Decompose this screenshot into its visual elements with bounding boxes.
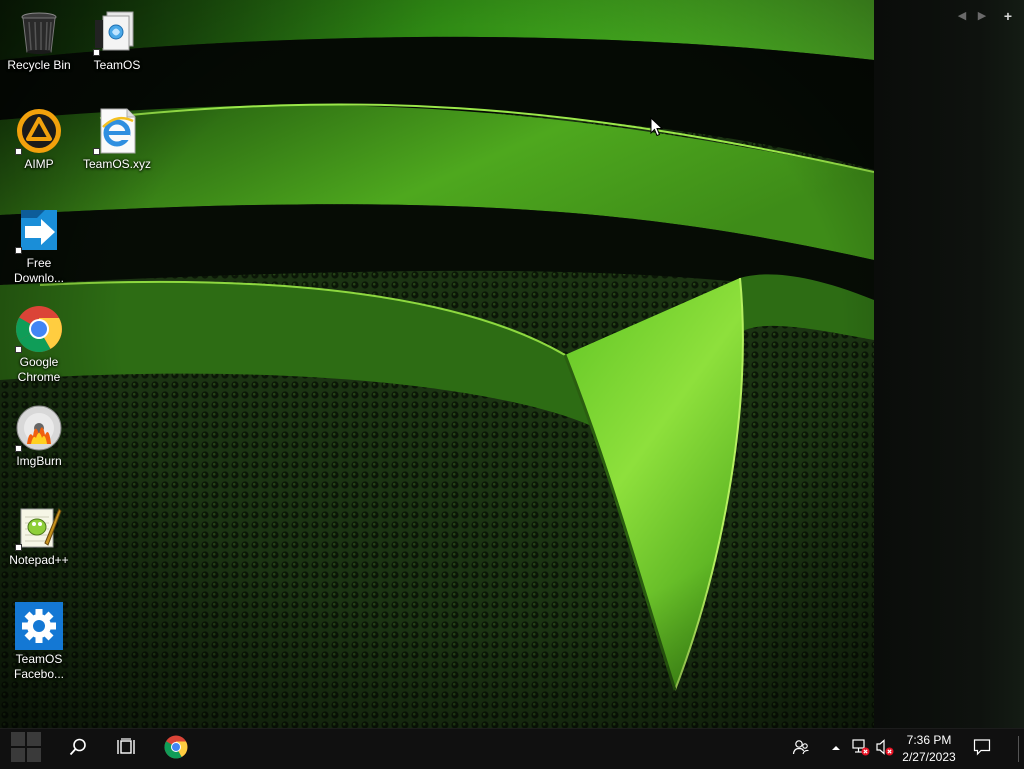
desktop-icon-label: TeamOS Facebo... (13, 652, 65, 681)
free-download-manager-icon (15, 206, 63, 254)
desktop-icon-teamos-facebook[interactable]: TeamOS Facebo... (1, 602, 77, 682)
task-view-icon (116, 737, 136, 762)
chrome-icon (15, 305, 63, 353)
shortcut-arrow-icon (15, 247, 22, 254)
desktop-icon-teamos-xyz[interactable]: TeamOS.xyz (79, 107, 155, 172)
action-center-button[interactable] (966, 729, 998, 769)
notepad-plus-plus-icon (15, 503, 63, 551)
shortcut-arrow-icon (15, 148, 22, 155)
shortcut-arrow-icon (93, 148, 100, 155)
desktop-icon-label: TeamOS.xyz (82, 157, 151, 171)
volume-muted-icon (876, 738, 894, 761)
clock-date: 2/27/2023 (902, 750, 956, 764)
shortcut-arrow-icon (93, 49, 100, 56)
desktop-icon-label: Google Chrome (17, 355, 61, 384)
teamos-document-icon (93, 8, 141, 56)
internet-explorer-icon (93, 107, 141, 155)
aimp-icon (15, 107, 63, 155)
desktop-icon-teamos[interactable]: TeamOS (79, 8, 155, 73)
search-icon (68, 737, 88, 762)
desktop-icon-label: AIMP (24, 157, 54, 171)
taskbar: 7:36 PM 2/27/2023 (0, 728, 1024, 769)
panel-prev-button[interactable]: ◀ (954, 8, 970, 24)
desktop-icon-google-chrome[interactable]: Google Chrome (1, 305, 77, 385)
shortcut-arrow-icon (15, 346, 22, 353)
network-button[interactable] (849, 729, 873, 769)
clock-time: 7:36 PM (906, 733, 952, 747)
desktop-icon-label: Free Downlo... (13, 256, 65, 285)
imgburn-icon (15, 404, 63, 452)
desktop-icon-label: ImgBurn (16, 454, 62, 468)
network-disconnected-icon (852, 738, 870, 761)
desktop-icon-notepad-plus-plus[interactable]: Notepad++ (1, 503, 77, 568)
desktop-icon-imgburn[interactable]: ImgBurn (1, 404, 77, 469)
side-panel: ◀ ▶ + (874, 0, 1024, 728)
recycle-bin-icon (15, 8, 63, 56)
desktop-icon-aimp[interactable]: AIMP (1, 107, 77, 172)
desktop-icon-label: Notepad++ (9, 553, 69, 567)
tray-overflow-button[interactable] (826, 729, 846, 769)
desktop-icon-label: TeamOS (93, 58, 141, 72)
desktop-icon-recycle-bin[interactable]: Recycle Bin (1, 8, 77, 73)
chevron-up-icon (831, 740, 841, 758)
panel-next-button[interactable]: ▶ (974, 8, 990, 24)
shortcut-arrow-icon (15, 544, 22, 551)
search-button[interactable] (56, 729, 100, 769)
gear-icon (15, 602, 63, 650)
task-view-button[interactable] (104, 729, 148, 769)
action-center-icon (973, 738, 991, 761)
people-icon (792, 738, 810, 761)
people-button[interactable] (786, 729, 816, 769)
desktop-icon-free-download-manager[interactable]: Free Downlo... (1, 206, 77, 286)
taskbar-chrome-button[interactable] (154, 729, 198, 769)
desktop-icon-label: Recycle Bin (7, 58, 71, 72)
start-button[interactable] (0, 729, 52, 769)
show-desktop-button[interactable] (1012, 729, 1024, 769)
shortcut-arrow-icon (15, 445, 22, 452)
clock[interactable]: 7:36 PM 2/27/2023 (898, 732, 960, 766)
mouse-cursor-icon (650, 116, 664, 142)
chrome-icon (164, 735, 188, 764)
panel-add-button[interactable]: + (1000, 8, 1016, 24)
volume-button[interactable] (873, 729, 897, 769)
show-desktop-divider (1017, 736, 1019, 762)
windows-start-icon (10, 731, 42, 768)
